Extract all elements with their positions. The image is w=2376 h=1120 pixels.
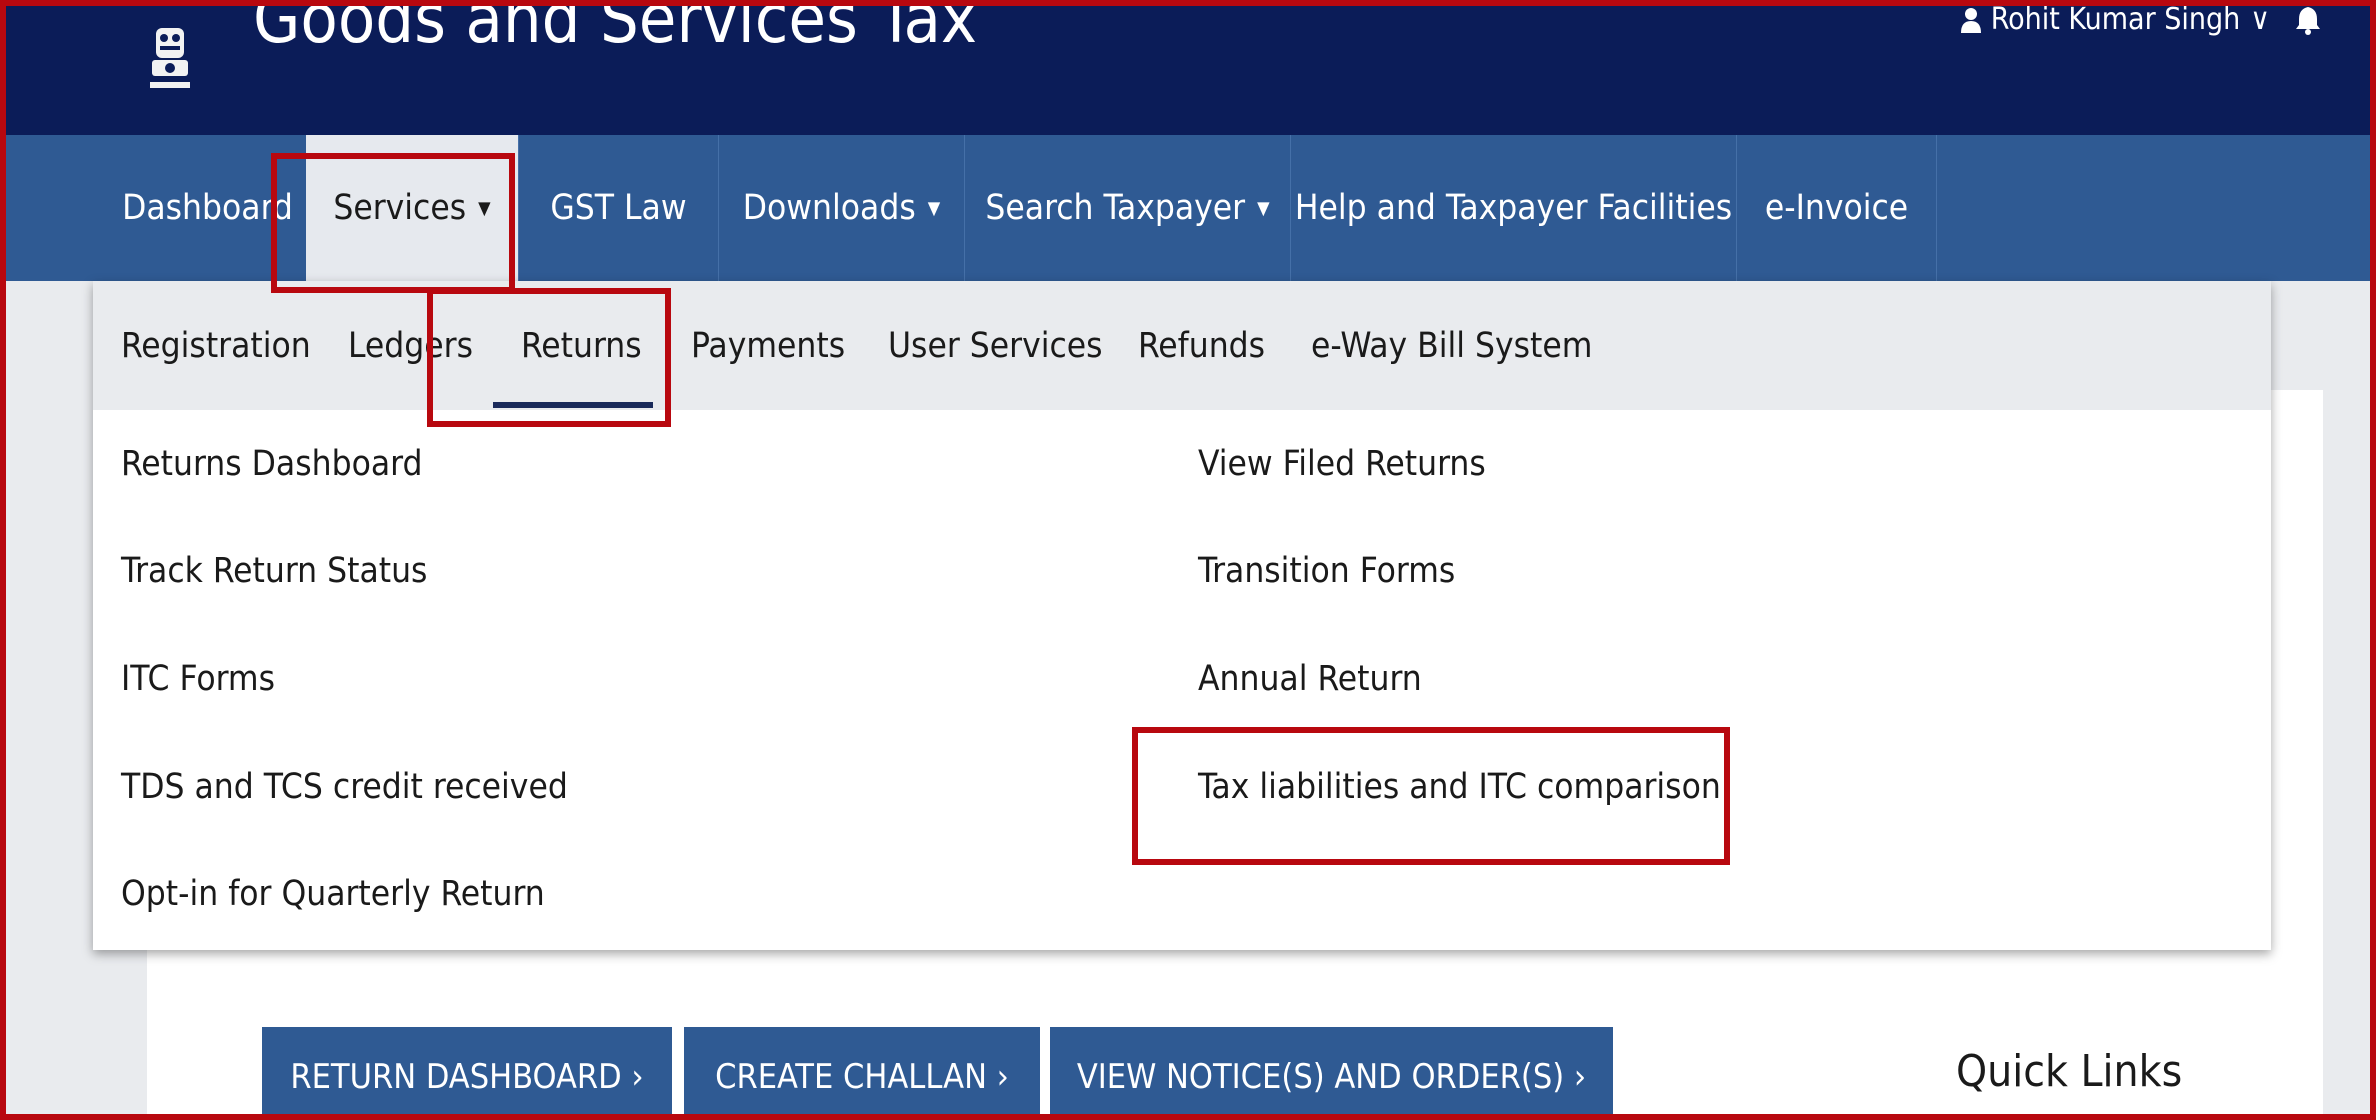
menu-annual-return[interactable]: Annual Return bbox=[1198, 654, 1422, 704]
user-menu[interactable]: Rohit Kumar Singh ∨ bbox=[1960, 6, 2322, 40]
quick-links-heading[interactable]: Quick Links bbox=[1956, 1046, 2182, 1097]
national-emblem-icon[interactable] bbox=[146, 24, 194, 102]
nav-e-invoice[interactable]: e-Invoice bbox=[1737, 135, 1937, 281]
main-nav: Dashboard Services ▼ GST Law Downloads ▼… bbox=[6, 135, 2370, 281]
nav-services-label: Services bbox=[333, 188, 467, 228]
user-name[interactable]: Rohit Kumar Singh bbox=[1991, 6, 2240, 40]
user-icon bbox=[1960, 8, 1981, 33]
return-dashboard-button[interactable]: RETURN DASHBOARD › bbox=[262, 1027, 672, 1114]
nav-e-invoice-label: e-Invoice bbox=[1764, 188, 1909, 228]
subnav-payments-label: Payments bbox=[691, 325, 846, 366]
nav-search-taxpayer[interactable]: Search Taxpayer ▼ bbox=[965, 135, 1291, 281]
subnav-returns[interactable]: Returns bbox=[521, 281, 642, 410]
bell-icon[interactable] bbox=[2294, 6, 2322, 35]
subnav-eway-bill[interactable]: e-Way Bill System bbox=[1311, 281, 1592, 410]
services-dropdown: Registration Ledgers Returns Payments Us… bbox=[93, 281, 2271, 950]
screenshot-frame: Goods and Services Tax Rohit Kumar Singh… bbox=[0, 0, 2376, 1120]
menu-tax-liabilities-itc[interactable]: Tax liabilities and ITC comparison bbox=[1198, 762, 1721, 812]
subnav-eway-bill-label: e-Way Bill System bbox=[1311, 325, 1593, 366]
subnav-returns-label: Returns bbox=[521, 325, 642, 366]
caret-down-icon: ▼ bbox=[478, 197, 491, 219]
services-subnav: Registration Ledgers Returns Payments Us… bbox=[93, 281, 2271, 410]
caret-down-icon: ▼ bbox=[927, 197, 941, 219]
nav-search-taxpayer-label: Search Taxpayer bbox=[985, 188, 1246, 228]
nav-dashboard[interactable]: Dashboard bbox=[109, 135, 306, 281]
menu-returns-dashboard[interactable]: Returns Dashboard bbox=[121, 439, 422, 489]
subnav-user-services[interactable]: User Services bbox=[888, 281, 1103, 410]
nav-gst-law-label: GST Law bbox=[550, 188, 687, 228]
site-title[interactable]: Goods and Services Tax bbox=[253, 6, 977, 70]
subnav-ledgers-label: Ledgers bbox=[348, 325, 474, 366]
menu-view-filed-returns[interactable]: View Filed Returns bbox=[1198, 439, 1486, 489]
active-tab-underline bbox=[493, 402, 653, 408]
nav-downloads-label: Downloads bbox=[742, 188, 916, 228]
caret-down-icon: ▼ bbox=[1257, 197, 1270, 219]
nav-services[interactable]: Services ▼ bbox=[306, 135, 519, 281]
subnav-payments[interactable]: Payments bbox=[691, 281, 845, 410]
menu-track-return-status[interactable]: Track Return Status bbox=[121, 546, 427, 596]
view-notices-button[interactable]: VIEW NOTICE(S) AND ORDER(S) › bbox=[1050, 1027, 1613, 1114]
site-header: Goods and Services Tax Rohit Kumar Singh… bbox=[6, 6, 2370, 135]
subnav-user-services-label: User Services bbox=[888, 325, 1103, 366]
nav-downloads[interactable]: Downloads ▼ bbox=[719, 135, 965, 281]
subnav-refunds-label: Refunds bbox=[1138, 325, 1266, 366]
subnav-refunds[interactable]: Refunds bbox=[1138, 281, 1265, 410]
chevron-down-icon[interactable]: ∨ bbox=[2250, 6, 2270, 40]
subnav-ledgers[interactable]: Ledgers bbox=[348, 281, 473, 410]
menu-tds-tcs-credit[interactable]: TDS and TCS credit received bbox=[121, 762, 568, 812]
nav-help-facilities[interactable]: Help and Taxpayer Facilities bbox=[1291, 135, 1737, 281]
nav-gst-law[interactable]: GST Law bbox=[519, 135, 719, 281]
nav-help-facilities-label: Help and Taxpayer Facilities bbox=[1294, 188, 1733, 228]
menu-itc-forms[interactable]: ITC Forms bbox=[121, 654, 275, 704]
subnav-registration[interactable]: Registration bbox=[121, 281, 311, 410]
create-challan-button[interactable]: CREATE CHALLAN › bbox=[684, 1027, 1040, 1114]
menu-opt-in-quarterly[interactable]: Opt-in for Quarterly Return bbox=[121, 869, 545, 919]
subnav-registration-label: Registration bbox=[121, 325, 311, 366]
nav-dashboard-label: Dashboard bbox=[122, 188, 293, 228]
menu-transition-forms[interactable]: Transition Forms bbox=[1198, 546, 1455, 596]
